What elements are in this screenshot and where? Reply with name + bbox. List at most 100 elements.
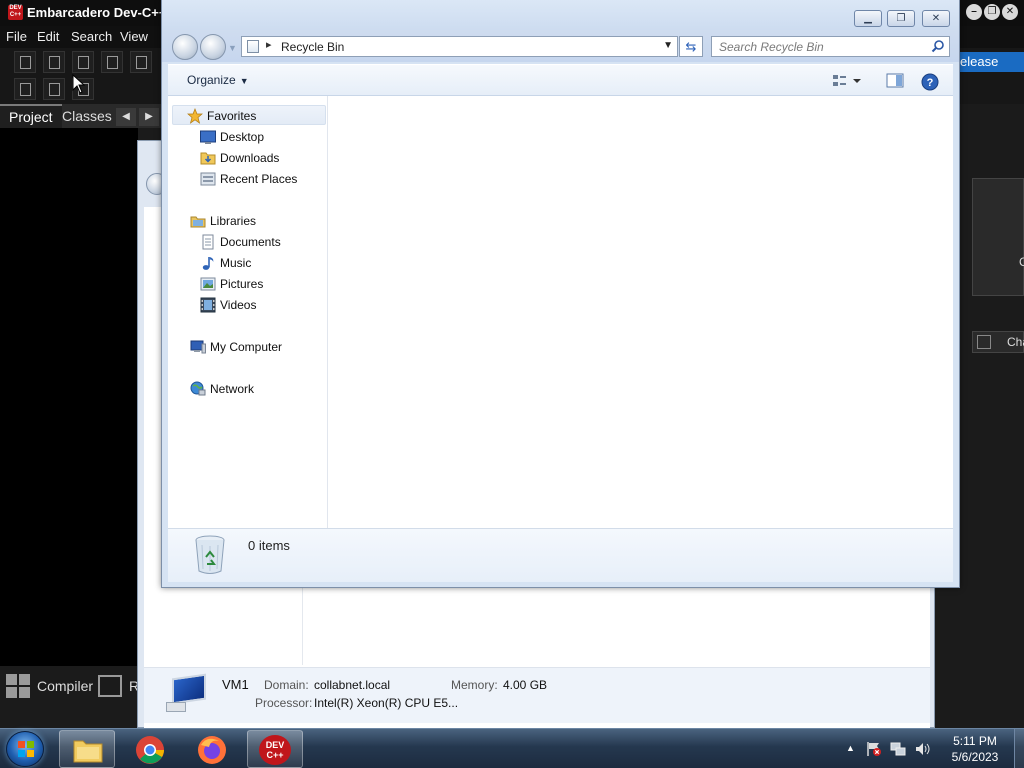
memory-label: Memory:: [451, 678, 498, 692]
devcpp-bottom-tabs: Compiler R: [0, 668, 140, 704]
recent-places-icon: [200, 172, 216, 186]
preview-pane-icon[interactable]: [886, 73, 904, 89]
compiler-tab[interactable]: Compiler: [37, 678, 93, 694]
start-button[interactable]: [6, 731, 44, 767]
nav-network-label: Network: [210, 382, 255, 396]
computer-name: VM1: [222, 677, 249, 692]
resources-icon[interactable]: [98, 675, 122, 697]
nav-favorites[interactable]: Favorites: [172, 105, 326, 125]
devcpp-restore-button[interactable]: ❐: [984, 4, 1000, 20]
address-dropdown-icon[interactable]: ▼: [663, 40, 673, 51]
navigation-pane: Favorites Desktop Downloads Recent Place…: [168, 96, 328, 528]
bookmark-button[interactable]: [43, 78, 65, 100]
print-button[interactable]: [14, 78, 36, 100]
devcpp-minimize-button[interactable]: –: [966, 4, 982, 20]
nav-my-computer-label: My Computer: [210, 340, 283, 354]
processor-label: Processor:: [255, 696, 313, 710]
menu-search[interactable]: Search: [71, 29, 112, 44]
firefox-icon: [198, 736, 226, 764]
menu-file[interactable]: File: [6, 29, 27, 44]
favorites-star-icon: [187, 108, 203, 124]
tab-classes[interactable]: Classes: [53, 104, 121, 128]
address-bar[interactable]: ▸ Recycle Bin ▼: [241, 36, 678, 57]
breadcrumb-chevron-icon[interactable]: ▸: [266, 38, 272, 51]
volume-icon[interactable]: [914, 741, 930, 757]
taskbar-chrome[interactable]: [123, 730, 179, 768]
details-pane: 0 items: [168, 528, 953, 582]
menu-view[interactable]: View: [120, 29, 148, 44]
search-icon: [931, 40, 944, 53]
action-center-flag-icon[interactable]: [866, 741, 882, 757]
open-button[interactable]: [43, 51, 65, 73]
new-file-button[interactable]: [14, 51, 36, 73]
domain-value: collabnet.local: [314, 678, 391, 692]
taskbar-explorer[interactable]: [59, 730, 115, 768]
file-list-area[interactable]: [329, 96, 953, 528]
forward-button[interactable]: [200, 34, 226, 60]
system-tray: ▲ 5:11 PM 5/6/2023: [842, 729, 1024, 768]
system-details-bar: VM1 Domain: collabnet.local Memory: 4.00…: [144, 667, 930, 723]
right-side-tab[interactable]: Cha: [972, 331, 1024, 353]
command-bar: Organize ▼ ?: [168, 64, 953, 96]
explorer-folder-icon: [73, 740, 103, 763]
save-all-icon: [107, 56, 118, 69]
network-globe-icon: [190, 381, 206, 396]
menu-edit[interactable]: Edit: [37, 29, 59, 44]
explorer-titlebar[interactable]: ▁ ❐ ✕: [162, 0, 959, 30]
nav-libraries-label: Libraries: [210, 214, 257, 228]
search-input[interactable]: [712, 37, 927, 56]
build-config-release[interactable]: elease: [958, 52, 1024, 72]
mouse-cursor-icon: [72, 74, 86, 94]
print-icon: [20, 83, 31, 96]
close-button[interactable]: ✕: [922, 10, 950, 27]
music-note-icon: [202, 257, 214, 270]
show-desktop-button[interactable]: [1014, 729, 1024, 768]
right-side-tab-label: Cha: [1007, 335, 1024, 349]
tab-scroll-left-icon[interactable]: ◀: [116, 108, 136, 126]
search-box[interactable]: [711, 36, 950, 57]
recycle-bin-window: ▁ ❐ ✕ ▼ ▸ Recycle Bin ▼ ⇆ Organize▼ ? Fa…: [161, 0, 960, 588]
tray-expand-icon[interactable]: ▲: [846, 743, 862, 759]
nav-music-label: Music: [220, 256, 252, 270]
taskbar-clock[interactable]: 5:11 PM 5/6/2023: [936, 733, 1014, 765]
organize-label: Organize: [187, 73, 236, 87]
nav-downloads-label: Downloads: [220, 151, 280, 165]
refresh-icon: ⇆: [685, 39, 697, 54]
devcpp-logo-icon: DEV C++: [8, 5, 23, 20]
address-row: ▼ ▸ Recycle Bin ▼ ⇆: [162, 30, 959, 62]
right-panel-c: C: [1019, 255, 1024, 269]
memory-value: 4.00 GB: [503, 678, 548, 692]
libraries-icon: [190, 216, 206, 228]
devcpp-close-button[interactable]: ✕: [1002, 4, 1018, 20]
computer-icon: [166, 673, 208, 714]
change-view-icon[interactable]: [832, 73, 862, 89]
downloads-folder-icon: [200, 152, 216, 165]
save-all-button[interactable]: [101, 51, 123, 73]
recent-pages-dropdown-icon[interactable]: ▼: [228, 43, 237, 53]
network-tray-icon[interactable]: [890, 741, 906, 757]
new-file-icon: [20, 56, 31, 69]
tab-scroll-right-icon[interactable]: ▶: [139, 108, 159, 126]
address-text: Recycle Bin: [281, 40, 345, 54]
minimize-button[interactable]: ▁: [854, 10, 882, 27]
help-icon[interactable]: ?: [921, 73, 939, 91]
pictures-icon: [200, 277, 216, 291]
taskbar-firefox[interactable]: [185, 730, 241, 768]
open-folder-icon: [49, 56, 60, 69]
chrome-icon: [136, 736, 164, 764]
nav-pictures-label: Pictures: [220, 277, 264, 291]
videos-film-icon: [200, 297, 216, 313]
save-button[interactable]: [72, 51, 94, 73]
back-button[interactable]: [172, 34, 198, 60]
close-file-button[interactable]: [130, 51, 152, 73]
svg-text:?: ?: [927, 77, 934, 89]
recycle-bin-small-icon: [247, 40, 259, 53]
refresh-button[interactable]: ⇆: [679, 36, 703, 57]
nav-recent-places-label: Recent Places: [220, 172, 298, 186]
maximize-button[interactable]: ❐: [887, 10, 915, 27]
taskbar: DEV C++ ▲ 5:11 PM 5/6/2023: [0, 728, 1024, 768]
organize-button[interactable]: Organize ▼: [187, 73, 249, 87]
documents-icon: [202, 234, 214, 250]
devcpp-taskbar-icon: DEV C++: [259, 735, 291, 765]
taskbar-devcpp[interactable]: DEV C++: [247, 730, 303, 768]
